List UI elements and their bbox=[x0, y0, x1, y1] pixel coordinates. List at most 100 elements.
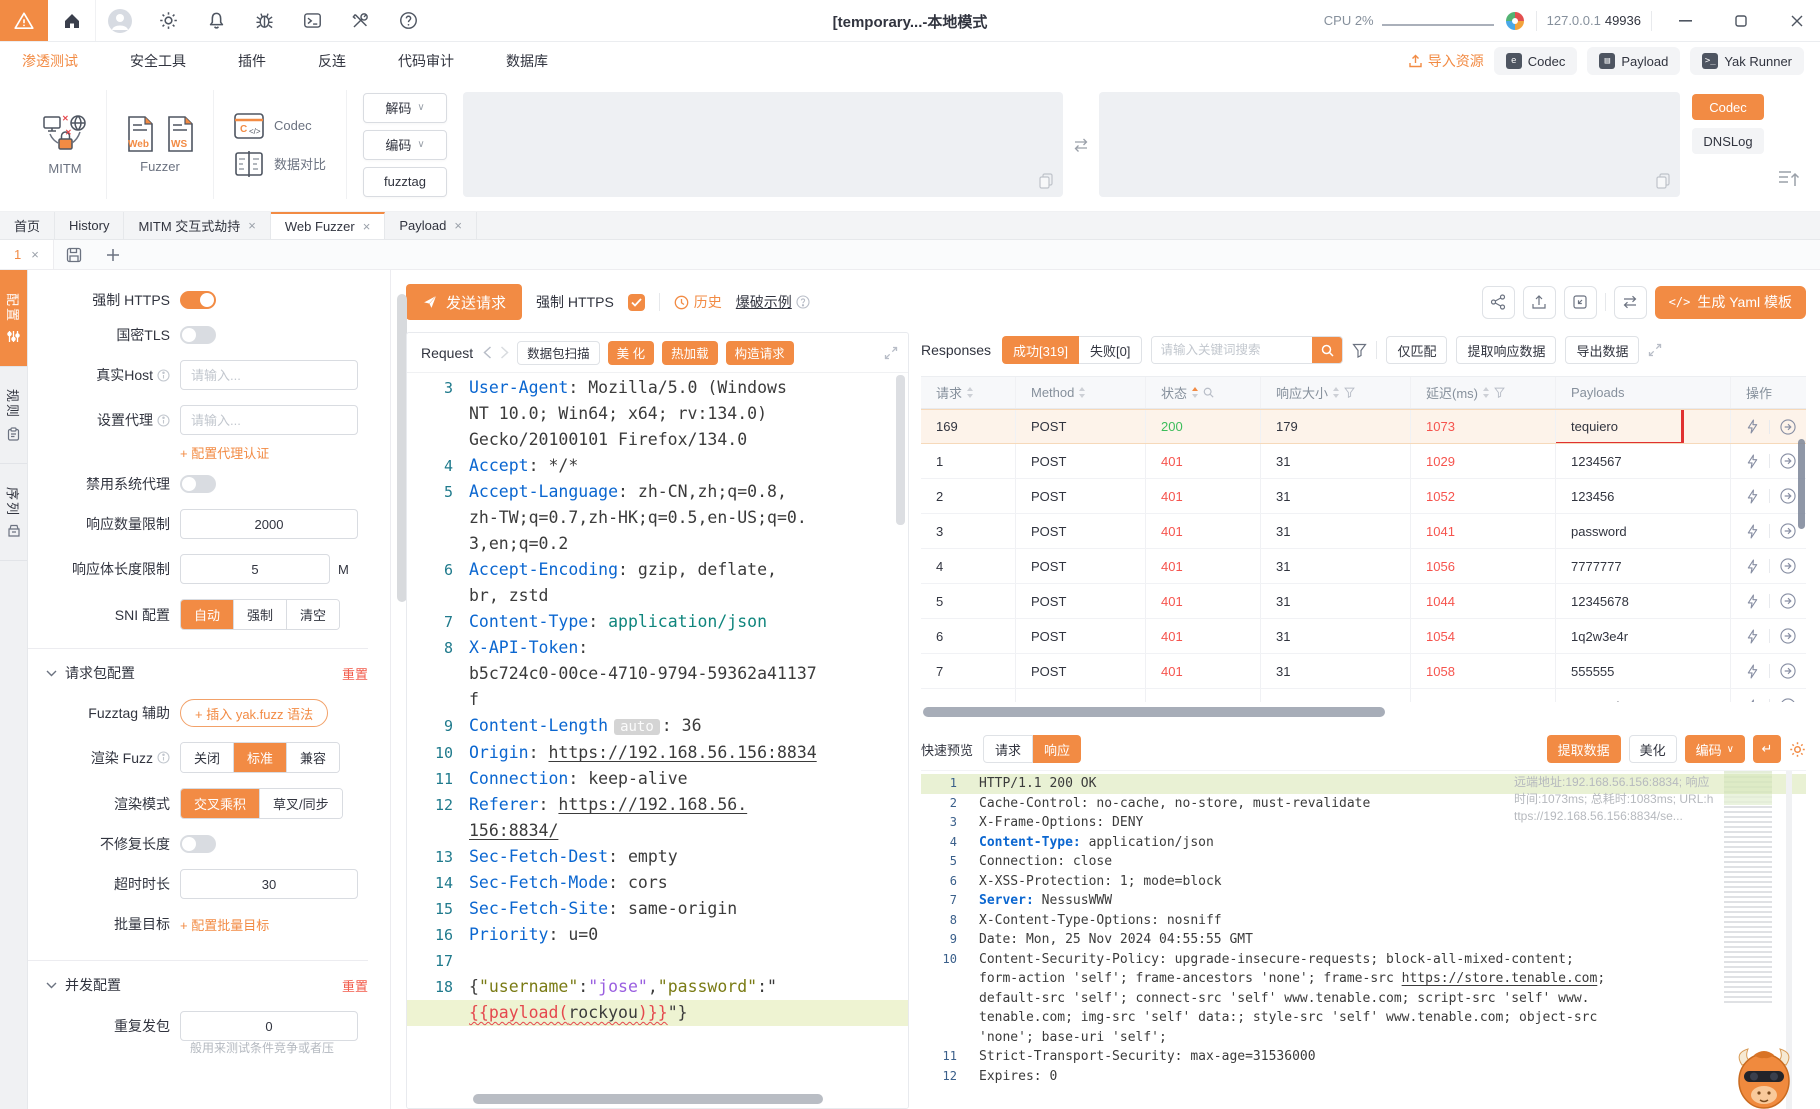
table-row[interactable]: 169POST2001791073tequiero bbox=[921, 409, 1806, 444]
close-icon[interactable]: × bbox=[31, 247, 39, 262]
data-compare-button[interactable]: 数据对比 bbox=[234, 151, 326, 177]
render-fuzz-standard[interactable]: 标准 bbox=[234, 743, 287, 772]
terminal-icon[interactable] bbox=[288, 0, 336, 41]
table-row[interactable]: 1POST4013110291234567 bbox=[921, 444, 1806, 479]
editor-vertical-scrollbar[interactable] bbox=[896, 375, 905, 525]
tab-payload[interactable]: Payload× bbox=[385, 212, 477, 239]
success-filter-button[interactable]: 成功[319] bbox=[1002, 336, 1079, 364]
disable-sys-proxy-toggle[interactable] bbox=[180, 475, 216, 493]
menu-item-reverse[interactable]: 反连 bbox=[318, 51, 346, 71]
configure-batch-target-link[interactable]: + 配置批量目标 bbox=[180, 915, 269, 934]
table-vertical-scrollbar[interactable] bbox=[1798, 439, 1805, 529]
risk-warning-icon[interactable] bbox=[0, 0, 48, 41]
render-mode-cross[interactable]: 交叉乘积 bbox=[181, 789, 260, 818]
preview-request-tab[interactable]: 请求 bbox=[983, 735, 1033, 763]
codec-mode-button[interactable]: Codec bbox=[1692, 94, 1764, 120]
table-row[interactable]: 7POST401311058555555 bbox=[921, 654, 1806, 689]
beautify-response-button[interactable]: 美化 bbox=[1629, 735, 1677, 763]
maximize-button[interactable] bbox=[1718, 0, 1764, 42]
reset-request-config-button[interactable]: 重置 bbox=[342, 664, 368, 683]
fuzzer-group-tab-1[interactable]: 1 × bbox=[0, 240, 54, 269]
proxy-input[interactable] bbox=[180, 405, 358, 435]
menu-item-sectools[interactable]: 安全工具 bbox=[130, 51, 186, 71]
beautify-button[interactable]: 美 化 bbox=[608, 341, 654, 365]
open-detail-icon[interactable] bbox=[1780, 523, 1796, 539]
add-group-tab-icon[interactable] bbox=[94, 240, 132, 269]
hotload-button[interactable]: 热加载 bbox=[662, 341, 718, 365]
codec-quick-button[interactable]: e Codec bbox=[1494, 47, 1578, 75]
fuzzer-tool-button[interactable]: Web WS Fuzzer bbox=[107, 90, 214, 199]
import-request-button[interactable] bbox=[1564, 286, 1597, 319]
strip-tab-config[interactable]: 配置 bbox=[0, 270, 27, 367]
strip-tab-sequence[interactable]: 序列 bbox=[0, 464, 27, 561]
expand-responses-icon[interactable] bbox=[1648, 343, 1662, 357]
filter-icon[interactable] bbox=[1352, 343, 1367, 358]
resp-len-input[interactable] bbox=[180, 554, 330, 584]
menu-item-database[interactable]: 数据库 bbox=[506, 51, 548, 71]
yakit-engine-logo[interactable] bbox=[1504, 10, 1526, 32]
request-tab[interactable]: Request bbox=[421, 345, 473, 361]
editor-minimap[interactable] bbox=[1724, 771, 1772, 1006]
insert-yakfuzz-button[interactable]: + 插入 yak.fuzz 语法 bbox=[180, 699, 328, 727]
response-viewer[interactable]: 1HTTP/1.1 200 OK2Cache-Control: no-cache… bbox=[921, 770, 1806, 1109]
table-row[interactable]: 2POST401311052123456 bbox=[921, 479, 1806, 514]
fuzztag-button[interactable]: fuzztag bbox=[363, 167, 447, 197]
table-horizontal-scrollbar[interactable] bbox=[923, 707, 1385, 717]
menu-item-pentest[interactable]: 渗透测试 bbox=[22, 51, 78, 71]
open-detail-icon[interactable] bbox=[1780, 593, 1796, 609]
packet-scan-button[interactable]: 数据包扫描 bbox=[517, 341, 600, 365]
concurrent-section-header[interactable]: 并发配置 重置 bbox=[46, 975, 368, 995]
import-resources-button[interactable]: 导入资源 bbox=[1408, 51, 1484, 71]
render-fuzz-compat[interactable]: 兼容 bbox=[287, 743, 339, 772]
history-back-icon[interactable] bbox=[483, 346, 492, 359]
force-https-checkbox[interactable] bbox=[628, 294, 645, 311]
table-row[interactable]: 8POST401311005qwertyuiop bbox=[921, 689, 1806, 702]
table-row[interactable]: 6POST4013110541q2w3e4r bbox=[921, 619, 1806, 654]
sni-option-auto[interactable]: 自动 bbox=[181, 600, 234, 629]
search-button[interactable] bbox=[1312, 337, 1342, 363]
sni-option-force[interactable]: 强制 bbox=[234, 600, 287, 629]
configure-proxy-auth-link[interactable]: + 配置代理认证 bbox=[180, 443, 269, 462]
open-detail-icon[interactable] bbox=[1780, 419, 1796, 435]
bug-debug-icon[interactable] bbox=[240, 0, 288, 41]
copy-ic[interactable] bbox=[1656, 173, 1670, 189]
codec-output-textarea[interactable] bbox=[1099, 92, 1680, 197]
table-row[interactable]: 5POST40131104412345678 bbox=[921, 584, 1806, 619]
fail-filter-button[interactable]: 失败[0] bbox=[1079, 336, 1142, 364]
tab-history[interactable]: History bbox=[55, 212, 124, 239]
construct-request-button[interactable]: 构造请求 bbox=[726, 341, 794, 365]
codec-input-textarea[interactable] bbox=[463, 92, 1063, 197]
render-fuzz-off[interactable]: 关闭 bbox=[181, 743, 234, 772]
editor-horizontal-scrollbar[interactable] bbox=[473, 1094, 823, 1104]
tab-home[interactable]: 首页 bbox=[0, 212, 55, 239]
menu-item-plugins[interactable]: 插件 bbox=[238, 51, 266, 71]
history-forward-icon[interactable] bbox=[500, 346, 509, 359]
minimize-button[interactable] bbox=[1662, 0, 1708, 42]
close-icon[interactable]: × bbox=[454, 218, 462, 233]
gmtls-toggle[interactable] bbox=[180, 326, 216, 344]
retry-lightning-icon[interactable] bbox=[1746, 594, 1759, 609]
timeout-input[interactable] bbox=[180, 869, 358, 899]
dnslog-mode-button[interactable]: DNSLog bbox=[1692, 128, 1764, 154]
search-input[interactable] bbox=[1152, 337, 1312, 363]
retry-lightning-icon[interactable] bbox=[1746, 699, 1759, 703]
retry-lightning-icon[interactable] bbox=[1746, 524, 1759, 539]
real-host-input[interactable] bbox=[180, 360, 358, 390]
no-fix-length-toggle[interactable] bbox=[180, 835, 216, 853]
line-wrap-button[interactable]: ↵ bbox=[1753, 735, 1781, 763]
retry-lightning-icon[interactable] bbox=[1746, 629, 1759, 644]
mitm-tool-button[interactable]: ✕ ✕ MITM bbox=[16, 90, 107, 199]
export-request-button[interactable] bbox=[1523, 286, 1556, 319]
avatar[interactable] bbox=[96, 0, 144, 41]
open-detail-icon[interactable] bbox=[1780, 698, 1796, 702]
codec-tool-button[interactable]: C </> Codec bbox=[234, 113, 326, 139]
help-icon[interactable] bbox=[384, 0, 432, 41]
force-https-toggle[interactable] bbox=[180, 291, 216, 309]
resp-count-input[interactable] bbox=[180, 509, 358, 539]
viewer-settings-gear-icon[interactable] bbox=[1789, 741, 1806, 758]
retry-lightning-icon[interactable] bbox=[1746, 559, 1759, 574]
generate-yaml-button[interactable]: </> 生成 Yaml 模板 bbox=[1655, 286, 1806, 319]
repeat-send-input[interactable] bbox=[180, 1011, 358, 1041]
collapse-list-icon[interactable] bbox=[1764, 90, 1804, 199]
open-detail-icon[interactable] bbox=[1780, 663, 1796, 679]
